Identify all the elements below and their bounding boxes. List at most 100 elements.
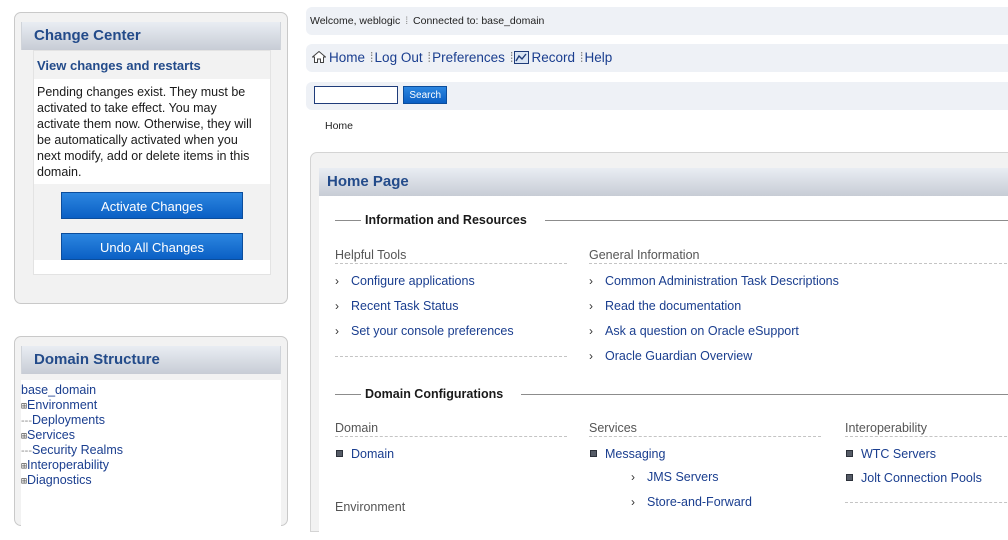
separator: ⁞ [369,50,374,65]
separator: ⁞ [405,15,409,27]
list-item: › Ask a question on Oracle eSupport [589,323,799,339]
tree-item-security-realms: ---Security Realms [21,443,281,458]
chevron-right-icon: › [589,324,593,338]
change-center-buttons: Activate Changes Undo All Changes [34,184,270,260]
view-changes-link[interactable]: View changes and restarts [34,51,270,79]
search-input[interactable] [314,86,398,104]
bullet-square-icon [336,450,343,457]
nav-record-link[interactable]: Record [531,50,575,65]
tree-link-security-realms[interactable]: Security Realms [32,443,123,457]
separator: ⁞ [427,50,432,65]
nav-logout-link[interactable]: Log Out [375,50,423,65]
tree-connector-icon: --- [21,445,32,457]
separator: ⁞ [579,50,584,65]
breadcrumb: Home [325,120,354,132]
undo-all-changes-button[interactable]: Undo All Changes [61,233,243,260]
change-center-body: View changes and restarts Pending change… [33,50,271,275]
tree-link-environment[interactable]: Environment [27,398,97,412]
configure-applications-link[interactable]: Configure applications [351,274,475,288]
recent-task-status-link[interactable]: Recent Task Status [351,299,458,313]
tree-link-services[interactable]: Services [27,428,75,442]
bullet-square-icon [846,450,853,457]
chevron-right-icon: › [631,470,635,484]
tree-item-diagnostics: ⊞Diagnostics [21,473,281,488]
chevron-right-icon: › [589,349,593,363]
domain-structure-panel: Domain Structure base_domain ⊞Environmen… [14,336,288,540]
list-item: › Recent Task Status [335,298,458,314]
tree-link-interoperability[interactable]: Interoperability [27,458,109,472]
list-item: Jolt Connection Pools [845,470,982,486]
domain-structure-title: Domain Structure [21,346,281,374]
section-title: Information and Resources [361,213,531,227]
home-page-panel: Home Page Information and Resources Help… [310,152,1008,536]
chevron-right-icon: › [335,299,339,313]
tree-item-deployments: ---Deployments [21,413,281,428]
list-item: WTC Servers [845,446,936,462]
admin-task-descriptions-link[interactable]: Common Administration Task Descriptions [605,274,839,288]
list-item: Domain [335,446,394,462]
activate-changes-button[interactable]: Activate Changes [61,192,243,219]
chevron-right-icon: › [335,324,339,338]
tree-link-diagnostics[interactable]: Diagnostics [27,473,92,487]
domain-heading: Domain [335,420,567,437]
change-center-title: Change Center [21,22,281,50]
welcome-bar: Welcome, weblogic ⁞ Connected to: base_d… [306,7,1008,35]
section-domain-configurations: Domain Configurations [335,387,1008,401]
list-item: › Set your console preferences [335,323,514,339]
pending-changes-message: Pending changes exist. They must be acti… [37,85,252,179]
chevron-right-icon: › [335,274,339,288]
chevron-right-icon: › [631,495,635,509]
interoperability-heading: Interoperability [845,420,1008,437]
list-item: › Configure applications [335,273,475,289]
welcome-text: Welcome, weblogic [310,15,401,27]
search-bar: Search [306,82,1008,110]
helpful-tools-heading: Helpful Tools [335,247,567,264]
domain-link[interactable]: Domain [351,447,394,461]
bullet-square-icon [846,474,853,481]
chevron-right-icon: › [589,274,593,288]
tree-root-base-domain[interactable]: base_domain [21,383,96,397]
home-page-title: Home Page [319,168,1008,196]
tree-item-services: ⊞Services [21,428,281,443]
list-item: › Common Administration Task Descriptions [589,273,839,289]
list-item: › Read the documentation [589,298,741,314]
services-heading: Services [589,420,821,437]
nav-home-link[interactable]: Home [329,50,365,65]
divider [845,502,1008,503]
domain-tree: base_domain ⊞Environment ---Deployments … [21,380,281,540]
bullet-square-icon [590,450,597,457]
record-icon[interactable] [514,51,530,64]
environment-heading: Environment [335,500,406,514]
jms-servers-link[interactable]: JMS Servers [647,470,719,484]
connected-text: Connected to: base_domain [413,15,545,27]
tree-link-deployments[interactable]: Deployments [32,413,105,427]
tree-item-environment: ⊞Environment [21,398,281,413]
messaging-link[interactable]: Messaging [605,447,665,461]
general-information-heading: General Information [589,247,1008,264]
home-icon[interactable] [312,51,326,63]
section-title: Domain Configurations [361,387,508,401]
divider [335,356,567,357]
read-documentation-link[interactable]: Read the documentation [605,299,741,313]
home-page-content: Information and Resources Helpful Tools … [319,196,1008,536]
separator: ⁞ [509,50,514,65]
oracle-guardian-link[interactable]: Oracle Guardian Overview [605,349,752,363]
store-and-forward-link[interactable]: Store-and-Forward [647,495,752,509]
tree-connector-icon: --- [21,415,32,427]
tree-item-interoperability: ⊞Interoperability [21,458,281,473]
jolt-connection-pools-link[interactable]: Jolt Connection Pools [861,471,982,485]
wtc-servers-link[interactable]: WTC Servers [861,447,936,461]
change-center-panel: Change Center View changes and restarts … [14,12,288,304]
nav-preferences-link[interactable]: Preferences [432,50,505,65]
section-information-resources: Information and Resources [335,213,1008,227]
console-preferences-link[interactable]: Set your console preferences [351,324,514,338]
chevron-right-icon: › [589,299,593,313]
nav-help-link[interactable]: Help [585,50,613,65]
search-button[interactable]: Search [403,86,448,104]
global-nav-bar: Home ⁞Log Out ⁞Preferences ⁞ Record ⁞Hel… [306,44,1008,72]
oracle-esupport-link[interactable]: Ask a question on Oracle eSupport [605,324,799,338]
list-item: › Store-and-Forward [631,494,752,510]
list-item: › Oracle Guardian Overview [589,348,752,364]
list-item: Messaging [589,446,665,462]
list-item: › JMS Servers [631,469,719,485]
